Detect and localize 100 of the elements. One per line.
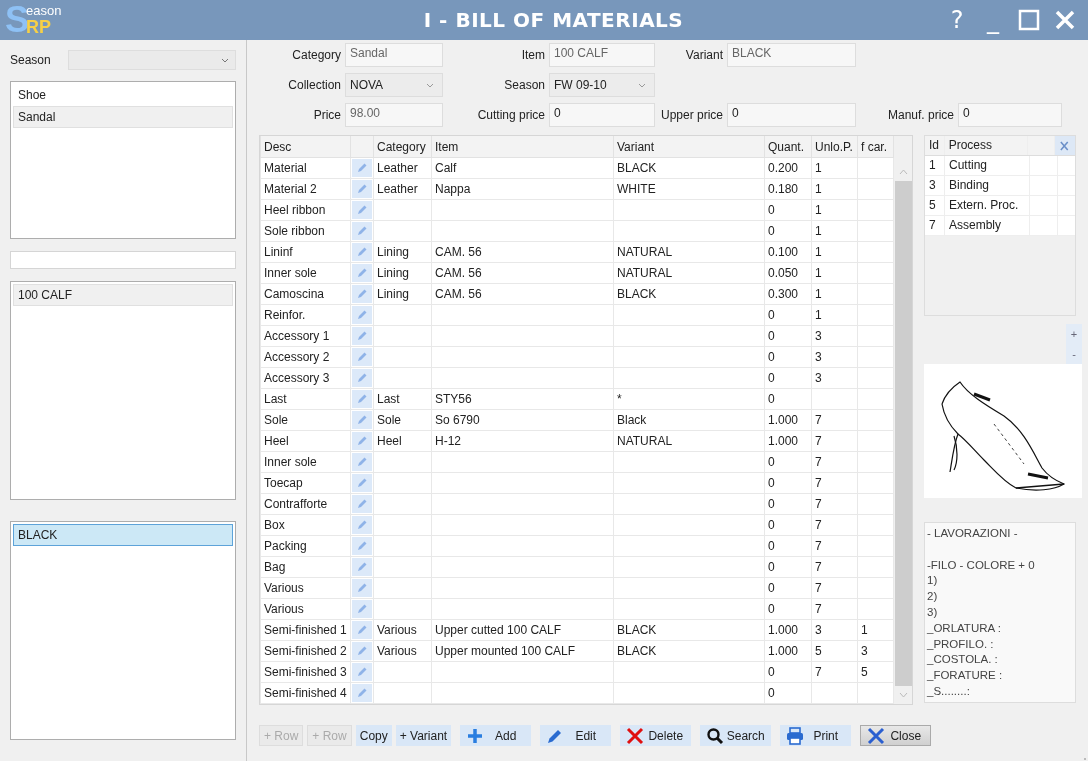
table-cell: 0 — [764, 535, 812, 557]
edit-row-button[interactable] — [352, 432, 372, 450]
field-label: Variant — [684, 48, 724, 62]
edit-row-button[interactable] — [352, 621, 372, 639]
column-header[interactable] — [350, 136, 374, 158]
column-header[interactable]: Id — [925, 136, 945, 155]
notes-text[interactable]: - LAVORAZIONI - -FILO - COLORE + 0 1) 2) 3) _ORLATURA : _PROFILO. : _COSTOLA. : _FORATURE : _S........: — [924, 522, 1076, 703]
edit-row-button[interactable] — [352, 180, 372, 198]
edit-row-button[interactable] — [352, 642, 372, 660]
table-cell: 0 — [764, 220, 812, 242]
close-button[interactable]: Close — [860, 725, 932, 746]
pencil-icon — [356, 687, 368, 699]
column-header[interactable]: f car. — [857, 136, 894, 158]
edit-row-button[interactable] — [352, 222, 372, 240]
table-cell: Assembly — [945, 216, 1030, 235]
toolbar-button[interactable]: + Variant — [395, 725, 452, 746]
search-button[interactable]: Search — [700, 725, 772, 746]
table-cell: Heel — [260, 430, 351, 452]
table-cell: NATURAL — [613, 430, 765, 452]
column-header[interactable]: Quant. — [764, 136, 812, 158]
toolbar-button[interactable]: Copy — [355, 725, 392, 746]
edit-row-button[interactable] — [352, 579, 372, 597]
zoom-button[interactable]: + — [1066, 324, 1082, 344]
add-button[interactable]: Add — [460, 725, 532, 746]
list-item[interactable]: BLACK — [13, 524, 233, 546]
table-cell: 0 — [764, 472, 812, 494]
pencil-icon — [356, 666, 368, 678]
table-cell: Upper cutted 100 CALF — [431, 619, 614, 641]
edit-row-button[interactable] — [352, 285, 372, 303]
table-cell: BLACK — [613, 640, 765, 662]
edit-row-button[interactable] — [352, 474, 372, 492]
edit-row-button[interactable] — [352, 600, 372, 618]
edit-row-button[interactable] — [352, 537, 372, 555]
edit-row-button[interactable] — [352, 159, 372, 177]
dropdown[interactable]: NOVA — [345, 73, 443, 97]
edit-row-button[interactable] — [352, 453, 372, 471]
list-item[interactable]: Shoe — [13, 84, 233, 106]
edit-button[interactable]: Edit — [540, 725, 612, 746]
logo-text: eason — [26, 4, 62, 18]
table-cell: 0.050 — [764, 262, 812, 284]
table-cell — [811, 682, 858, 704]
table-cell — [857, 325, 894, 347]
filter-field[interactable] — [10, 251, 236, 269]
edit-row-button[interactable] — [352, 495, 372, 513]
edit-row-button[interactable] — [352, 684, 372, 702]
edit-row-button[interactable] — [352, 411, 372, 429]
column-header[interactable]: Process — [944, 136, 1028, 155]
table-cell: Box — [260, 514, 351, 536]
edit-row-button[interactable] — [352, 558, 372, 576]
input-field[interactable]: Sandal — [345, 43, 443, 67]
table-cell: 1 — [811, 157, 858, 179]
input-field[interactable]: 0 — [549, 103, 655, 127]
table-cell: Lining — [373, 283, 432, 305]
clear-icon[interactable] — [1055, 136, 1075, 155]
table-cell: 0 — [764, 493, 812, 515]
edit-row-button[interactable] — [352, 201, 372, 219]
table-cell — [857, 451, 894, 473]
edit-row-button[interactable] — [352, 243, 372, 261]
table-cell: BLACK — [613, 619, 765, 641]
dropdown[interactable]: FW 09-10 — [549, 73, 655, 97]
table-cell: Semi-finished 3 — [260, 661, 351, 683]
table-cell: Semi-finished 2 — [260, 640, 351, 662]
maximize-icon — [1018, 9, 1040, 31]
table-cell: Semi-finished 1 — [260, 619, 351, 641]
column-header[interactable]: Desc — [260, 136, 351, 158]
edit-row-button[interactable] — [352, 663, 372, 681]
edit-row-button[interactable] — [352, 264, 372, 282]
column-header[interactable]: Item — [431, 136, 614, 158]
zoom-button[interactable]: - — [1066, 344, 1082, 364]
edit-row-button[interactable] — [352, 516, 372, 534]
input-field[interactable]: 0 — [958, 103, 1062, 127]
column-header[interactable]: Category — [373, 136, 432, 158]
input-field[interactable]: 98.00 — [345, 103, 443, 127]
edit-row-button[interactable] — [352, 369, 372, 387]
table-cell: 7 — [811, 556, 858, 578]
edit-row-button[interactable] — [352, 327, 372, 345]
table-cell: Reinfor. — [260, 304, 351, 326]
table-cell: 7 — [811, 661, 858, 683]
list-item[interactable]: Sandal — [13, 106, 233, 128]
table-cell: CAM. 56 — [431, 262, 614, 284]
list-item[interactable]: 100 CALF — [13, 284, 233, 306]
table-cell: 5 — [811, 640, 858, 662]
table-cell: 0 — [764, 325, 812, 347]
table-cell — [857, 283, 894, 305]
table-cell: Toecap — [260, 472, 351, 494]
print-button[interactable]: Print — [780, 725, 852, 746]
delete-button[interactable]: Delete — [620, 725, 692, 746]
edit-row-button[interactable] — [352, 348, 372, 366]
column-header[interactable]: Variant — [613, 136, 765, 158]
input-field[interactable]: BLACK — [727, 43, 856, 67]
table-cell: Lining — [373, 241, 432, 263]
column-header[interactable]: Unlo.P. — [811, 136, 858, 158]
edit-row-button[interactable] — [352, 390, 372, 408]
input-field[interactable]: 0 — [727, 103, 856, 127]
season-dropdown[interactable] — [68, 50, 236, 70]
table-cell: Last — [260, 388, 351, 410]
input-field[interactable]: 100 CALF — [549, 43, 655, 67]
table-cell: 1.000 — [764, 619, 812, 641]
edit-row-button[interactable] — [352, 306, 372, 324]
table-cell: 0 — [764, 199, 812, 221]
